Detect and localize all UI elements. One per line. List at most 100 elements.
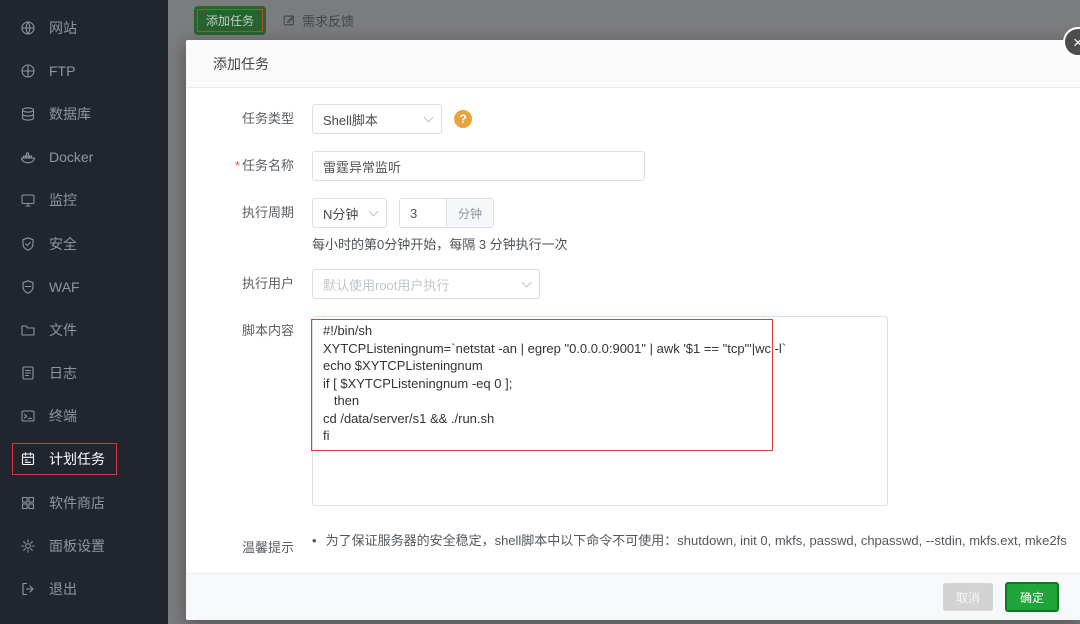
ftp-globe-icon xyxy=(20,63,36,79)
task-type-label: 任务类型 xyxy=(241,111,294,126)
sidebar-item-files[interactable]: 文件 xyxy=(0,308,168,351)
modal-footer: 取消 确定 xyxy=(186,573,1080,620)
exec-user-placeholder: 默认使用root用户执行 xyxy=(323,277,450,293)
cycle-type-select[interactable]: N分钟 xyxy=(312,198,387,228)
script-area-wrap: #!/bin/sh XYTCPListeningnum=`netstat -an… xyxy=(311,316,888,506)
exec-user-select[interactable]: 默认使用root用户执行 xyxy=(312,269,540,299)
logout-icon xyxy=(20,581,36,597)
waf-shield-icon xyxy=(20,279,36,295)
task-type-select[interactable]: Shell脚本 xyxy=(312,104,442,134)
confirm-button[interactable]: 确定 xyxy=(1004,582,1059,612)
sidebar: 网站 FTP 数据库 Docker 监控安全 WAF 文件日志终端计划任务软件商店面板设置退… xyxy=(0,0,168,624)
cancel-button[interactable]: 取消 xyxy=(942,583,993,611)
modal-title: 添加任务 xyxy=(213,55,269,72)
log-file-icon xyxy=(20,365,36,381)
sidebar-item-monitor[interactable]: 监控 xyxy=(0,179,168,222)
modal-header: 添加任务 xyxy=(186,40,1080,88)
task-name-input[interactable] xyxy=(312,151,645,181)
sidebar-item-label: 文件 xyxy=(49,321,77,338)
cycle-unit-addon: 分钟 xyxy=(446,199,493,227)
cycle-n-group: 分钟 xyxy=(399,198,494,228)
add-task-modal: × 添加任务 任务类型 Shell脚本 ? * 任务名称 雷霆异常监听 执行周期… xyxy=(186,27,1080,620)
script-label: 脚本内容 xyxy=(241,323,294,338)
sidebar-item-label: 监控 xyxy=(49,192,77,209)
edit-square-icon xyxy=(283,15,295,26)
globe-icon xyxy=(20,20,36,36)
tip-label: 温馨提示 xyxy=(241,540,294,555)
chevron-down-icon xyxy=(368,206,379,216)
sidebar-item-label: Docker xyxy=(49,149,94,166)
sidebar-item-docker[interactable]: Docker xyxy=(0,136,168,179)
sidebar-item-inner: 文件 xyxy=(20,320,77,340)
sidebar-item-inner: 监控 xyxy=(20,190,77,210)
chevron-down-icon xyxy=(521,277,532,287)
terminal-icon xyxy=(20,408,36,424)
sidebar-item-label: 面板设置 xyxy=(49,537,105,554)
task-name-row: * 任务名称 xyxy=(212,151,1080,181)
sidebar-item-inner: 日志 xyxy=(20,363,77,383)
sidebar-item-inner: 终端 xyxy=(20,406,77,426)
tip-text: 为了保证服务器的安全稳定，shell脚本中以下命令不可使用：shutdown, … xyxy=(325,533,1067,548)
sidebar-item-panel-settings[interactable]: 面板设置 xyxy=(0,524,168,567)
cycle-n-input[interactable] xyxy=(400,199,446,227)
sidebar-item-inner: 计划任务 xyxy=(12,443,117,476)
sidebar-item-label: 日志 xyxy=(49,365,77,382)
gear-icon xyxy=(20,538,36,554)
sidebar-item-website[interactable]: 网站 xyxy=(0,6,168,49)
feedback-button[interactable]: 需求反馈 xyxy=(282,11,354,30)
question-mark-icon[interactable]: ? xyxy=(454,110,472,128)
docker-whale-icon xyxy=(20,149,36,165)
cycle-label: 执行周期 xyxy=(241,205,294,220)
cycle-help-text: 每小时的第0分钟开始，每隔 3 分钟执行一次 xyxy=(312,237,568,252)
task-type-row: 任务类型 Shell脚本 ? xyxy=(212,104,1080,134)
monitor-icon xyxy=(20,192,36,208)
shield-check-icon xyxy=(20,236,36,252)
sidebar-item-logs[interactable]: 日志 xyxy=(0,352,168,395)
exec-user-row: 执行用户 默认使用root用户执行 xyxy=(212,269,1080,299)
sidebar-item-inner: 退出 xyxy=(20,579,77,599)
calendar-task-icon xyxy=(20,451,36,467)
sidebar-item-inner: 数据库 xyxy=(20,104,91,124)
sidebar-item-label: 数据库 xyxy=(49,105,91,122)
sidebar-item-inner: 面板设置 xyxy=(20,536,105,556)
add-task-button-label: 添加任务 xyxy=(197,8,264,32)
sidebar-item-inner: FTP xyxy=(20,63,75,79)
database-icon xyxy=(20,106,36,122)
sidebar-item-label: 终端 xyxy=(49,408,77,425)
sidebar-item-ftp[interactable]: FTP xyxy=(0,49,168,92)
modal-body: 任务类型 Shell脚本 ? *任务名称 执行周期 N分钟 xyxy=(186,88,1080,572)
tip-row: 温馨提示 • 为了保证服务器的安全稳定，shell脚本中以下命令不可使用：shu… xyxy=(212,533,1080,556)
sidebar-item-label: 计划任务 xyxy=(49,451,105,468)
sidebar-item-database[interactable]: 数据库 xyxy=(0,92,168,135)
sidebar-item-label: FTP xyxy=(49,62,76,79)
app-store-icon xyxy=(20,495,36,511)
sidebar-item-security[interactable]: 安全 xyxy=(0,222,168,265)
chevron-down-icon xyxy=(423,112,434,122)
script-textarea[interactable]: #!/bin/sh XYTCPListeningnum=`netstat -an… xyxy=(312,316,888,506)
add-task-button[interactable]: 添加任务 xyxy=(194,5,267,35)
sidebar-item-cron[interactable]: 计划任务 xyxy=(0,438,168,481)
sidebar-item-label: WAF xyxy=(49,278,80,295)
feedback-label: 需求反馈 xyxy=(302,13,355,29)
task-type-value: Shell脚本 xyxy=(323,112,378,128)
tip-bullet: • xyxy=(312,533,317,548)
sidebar-item-label: 安全 xyxy=(49,235,77,252)
sidebar-item-terminal[interactable]: 终端 xyxy=(0,395,168,438)
task-name-label-text: 任务名称 xyxy=(241,158,294,173)
sidebar-item-inner: 软件商店 xyxy=(20,493,105,513)
folder-icon xyxy=(20,322,36,338)
dimmed-toolbar: 添加任务 需求反馈 xyxy=(168,0,1080,40)
sidebar-item-label: 网站 xyxy=(49,19,77,36)
task-name-label: * 任务名称 xyxy=(212,151,294,181)
exec-user-label: 执行用户 xyxy=(241,276,294,291)
sidebar-item-inner: 安全 xyxy=(20,234,77,254)
sidebar-item-inner: Docker xyxy=(20,149,93,165)
sidebar-item-inner: 网站 xyxy=(20,18,77,38)
sidebar-item-label: 软件商店 xyxy=(49,494,105,511)
sidebar-item-logout[interactable]: 退出 xyxy=(0,567,168,610)
sidebar-item-waf[interactable]: WAF xyxy=(0,265,168,308)
sidebar-item-appstore[interactable]: 软件商店 xyxy=(0,481,168,524)
required-asterisk: * xyxy=(234,158,240,173)
app-root: 网站 FTP 数据库 Docker 监控安全 WAF 文件日志终端计划任务软件商店面板设置退… xyxy=(0,0,1080,624)
script-row: 脚本内容 #!/bin/sh XYTCPListeningnum=`netsta… xyxy=(212,316,1080,506)
